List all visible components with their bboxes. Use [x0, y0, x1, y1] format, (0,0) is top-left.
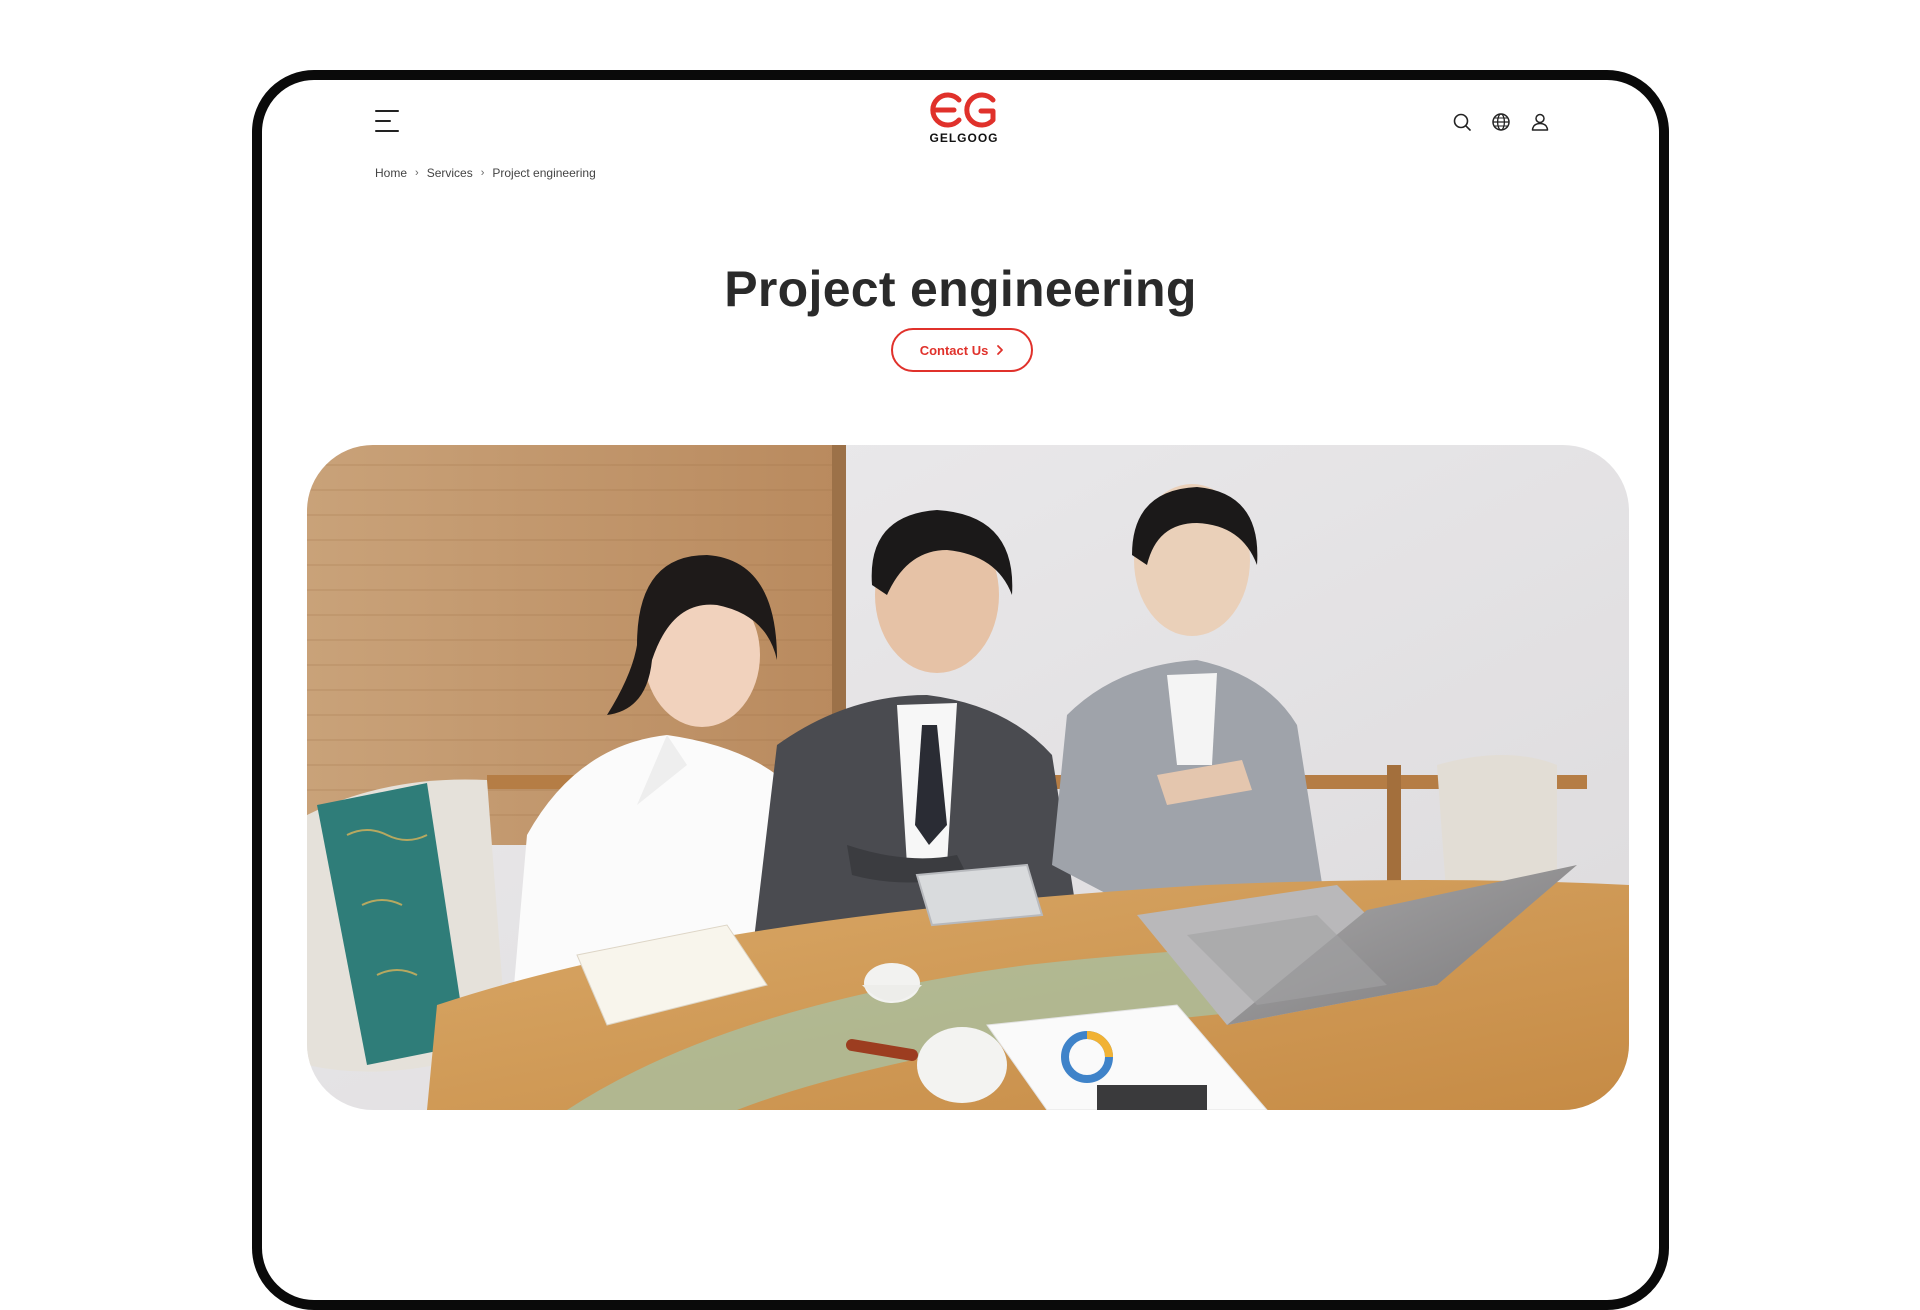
header-icon-group — [1451, 111, 1561, 135]
business-meeting-photo — [307, 445, 1629, 1110]
search-icon[interactable] — [1451, 111, 1473, 133]
globe-icon[interactable] — [1490, 111, 1512, 133]
user-icon[interactable] — [1529, 111, 1551, 133]
device-frame: GELGOOG Home › Services › Project engine… — [252, 70, 1669, 1310]
chevron-right-icon: › — [415, 167, 419, 179]
contact-us-label: Contact Us — [919, 342, 989, 358]
menu-bar-middle — [375, 120, 391, 122]
logo-mark-icon — [930, 92, 996, 128]
breadcrumb: Home › Services › Project engineering — [375, 166, 596, 180]
contact-us-button[interactable]: Contact Us — [891, 328, 1033, 372]
breadcrumb-services[interactable]: Services — [427, 166, 473, 180]
chevron-right-icon — [997, 345, 1004, 355]
page-title: Project engineering — [724, 261, 1197, 317]
menu-bar-bottom — [375, 130, 399, 132]
chevron-right-icon: › — [480, 167, 485, 179]
menu-button[interactable] — [375, 109, 401, 135]
menu-bar-top — [375, 110, 399, 112]
breadcrumb-home[interactable]: Home — [375, 166, 407, 180]
logo-wordmark: GELGOOG — [929, 131, 999, 145]
hero-image — [307, 445, 1629, 1110]
gelgoog-logo[interactable]: GELGOOG — [919, 91, 1009, 149]
breadcrumb-current: Project engineering — [492, 166, 596, 180]
